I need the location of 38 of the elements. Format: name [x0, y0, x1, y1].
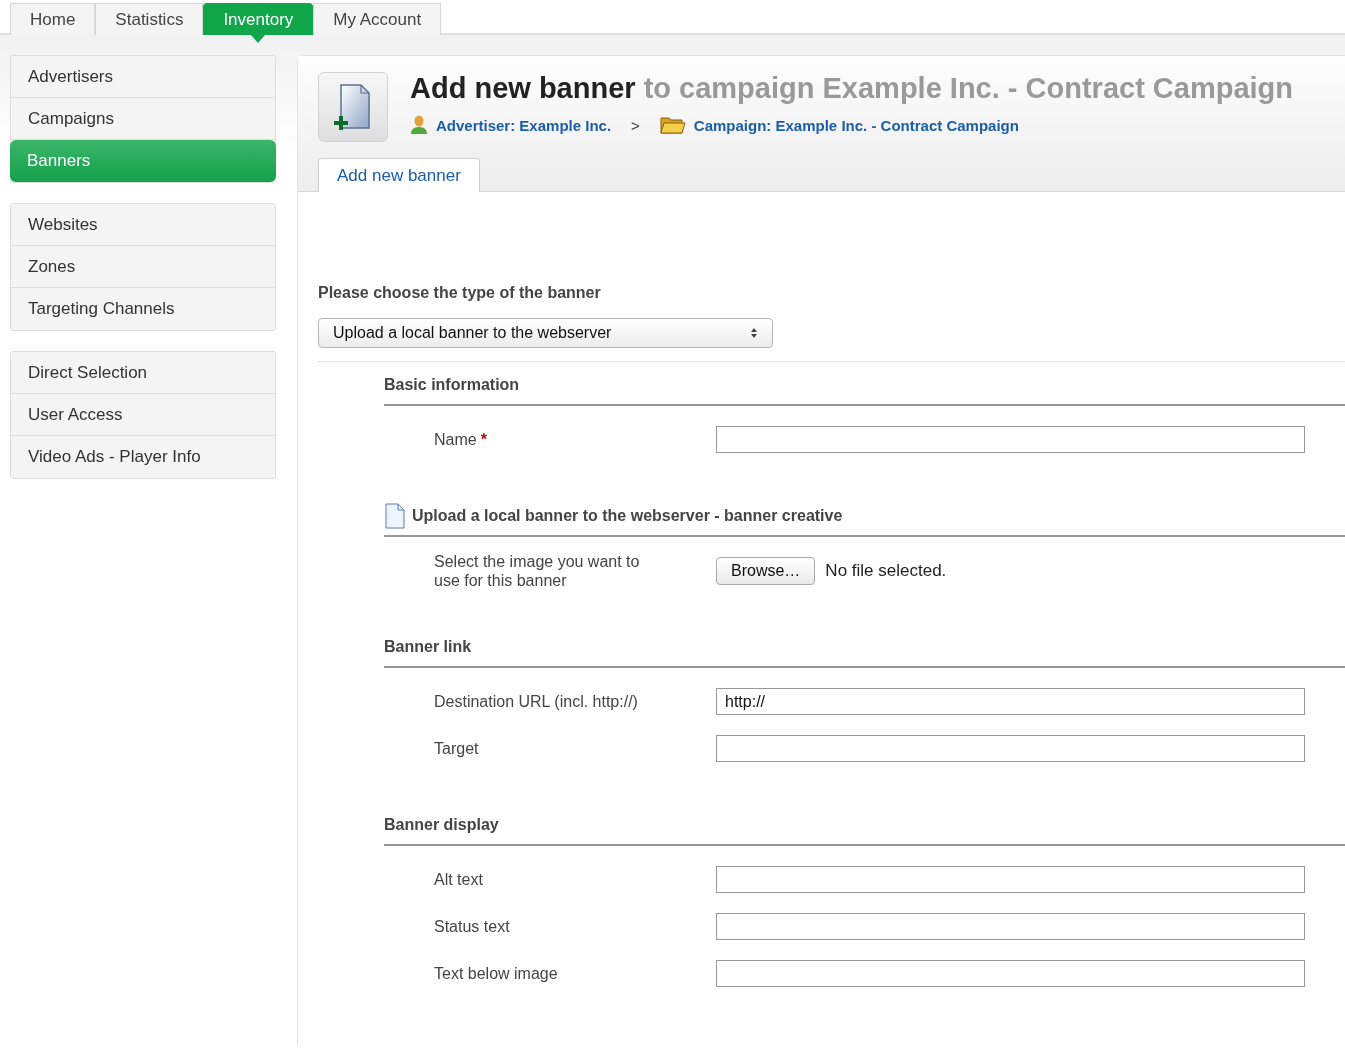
folder-icon — [659, 115, 686, 135]
browse-button[interactable]: Browse… — [716, 556, 816, 585]
section-heading: Banner display — [384, 816, 499, 834]
nav-tab[interactable]: Statistics — [95, 3, 204, 35]
breadcrumb-link[interactable]: Advertiser: Example Inc. — [436, 116, 612, 134]
new-document-icon — [318, 72, 388, 142]
text-input[interactable]: http:// — [716, 688, 1305, 715]
field-label: Name — [434, 430, 477, 448]
nav-tab[interactable]: My Account — [313, 3, 442, 35]
document-icon — [384, 503, 406, 529]
text-input[interactable] — [716, 866, 1305, 893]
file-status: No file selected. — [825, 560, 947, 581]
page-tab[interactable]: Add new banner — [318, 158, 480, 192]
page-title: Add new banner to campaign Example Inc. - Contract Campaign — [410, 72, 1294, 105]
sidebar-item[interactable]: Websites — [11, 204, 275, 246]
field-label: Status text — [434, 917, 510, 935]
banner-type-dropdown[interactable]: Upload a local banner to the webserver — [318, 318, 773, 348]
section-heading: Upload a local banner to the webserver - banner creative — [412, 507, 843, 525]
field-label: Text below image — [434, 964, 558, 982]
field-label: Target — [434, 739, 479, 757]
person-icon — [410, 115, 428, 135]
text-input[interactable] — [716, 913, 1305, 940]
breadcrumb-link[interactable]: Campaign: Example Inc. - Contract Campaign — [693, 116, 1019, 134]
updown-arrows-icon — [750, 327, 758, 339]
sidebar-item[interactable]: Direct Selection — [11, 352, 275, 394]
text-input[interactable] — [716, 426, 1305, 453]
required-asterisk: * — [480, 430, 487, 448]
field-label: Destination URL (incl. http://) — [434, 692, 638, 710]
sidebar-item[interactable]: Advertisers — [11, 56, 275, 98]
field-label: Please choose the type of the banner — [318, 284, 602, 302]
section-heading: Basic information — [384, 376, 520, 394]
field-label: Alt text — [434, 870, 483, 888]
text-input[interactable] — [716, 735, 1305, 762]
section-heading: Banner link — [384, 638, 472, 656]
nav-tab[interactable]: Home — [10, 3, 96, 35]
text-input[interactable] — [716, 960, 1305, 987]
breadcrumb-separator: > — [631, 116, 640, 134]
field-label: Select the image you want to use for this banner — [434, 551, 641, 590]
